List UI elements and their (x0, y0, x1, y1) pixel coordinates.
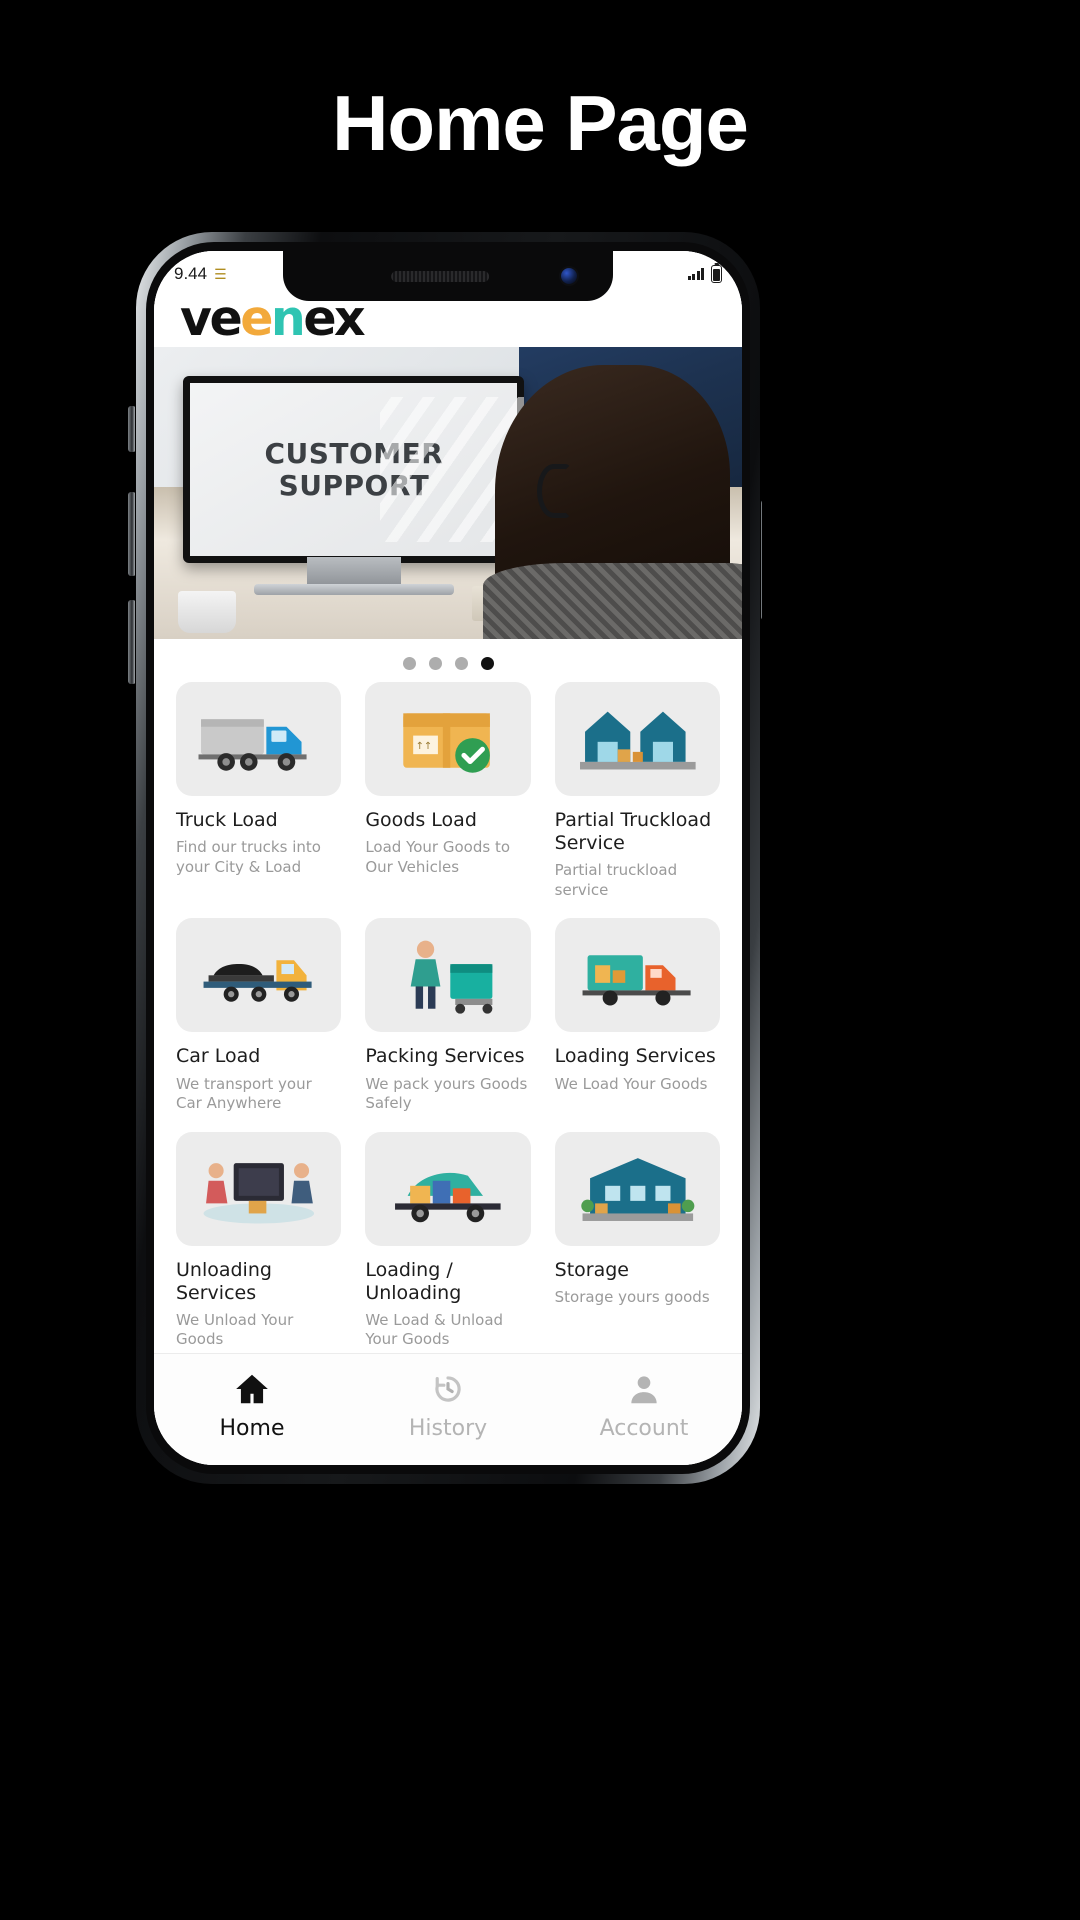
banner-coffee-cup (177, 591, 236, 634)
svg-text:↑↑: ↑↑ (416, 741, 433, 752)
service-title: Loading Services (554, 1045, 716, 1068)
status-bar-right (687, 265, 722, 283)
service-card-goods-load[interactable]: ↑↑ Goods Load Load Your Goods to Our Veh… (365, 682, 531, 900)
nav-item-home[interactable]: Home (155, 1370, 349, 1441)
phone-bezel: 9.44 ☰ veenex CUSTOMER SUPPORT Truck Loa… (146, 242, 750, 1474)
person-icon (631, 1376, 657, 1404)
bottom-navigation: Home History Account (154, 1353, 742, 1465)
nav-item-account[interactable]: Account (547, 1370, 741, 1441)
packing-worker-icon (365, 918, 531, 1033)
service-subtitle: Load Your Goods to Our Vehicles (365, 838, 511, 876)
battery-icon (711, 265, 722, 283)
services-grid: Truck Load Find our trucks into your Cit… (176, 682, 720, 1353)
service-subtitle: We transport your Car Anywhere (176, 1074, 312, 1113)
carousel-dot-3[interactable] (454, 657, 468, 670)
service-card-unloading-services[interactable]: Unloading Services We Unload Your Goods (176, 1131, 342, 1350)
service-title: Goods Load (365, 809, 477, 831)
poster-canvas: Home Page 9.44 ☰ veenex CUSTOMER SUPPORT… (0, 0, 1080, 1920)
service-card-packing-services[interactable]: Packing Services We pack yours Goods Saf… (365, 918, 531, 1113)
phone-notch (283, 251, 613, 301)
history-clock-icon (435, 1376, 461, 1402)
services-scroll-area[interactable]: Truck Load Find our trucks into your Cit… (154, 680, 742, 1353)
carousel-dot-4[interactable] (480, 657, 494, 670)
banner-monitor: CUSTOMER SUPPORT (183, 376, 525, 564)
service-card-loading-unloading[interactable]: Loading / Unloading We Load & Unload You… (365, 1131, 531, 1350)
load-unload-truck-icon (365, 1131, 531, 1246)
phone-mute-switch (128, 406, 136, 452)
service-subtitle: Partial truckload service (554, 861, 678, 899)
service-subtitle: We Unload Your Goods (176, 1310, 294, 1349)
headset-icon (537, 463, 572, 518)
warehouse-icon (554, 682, 720, 796)
service-subtitle: We Load & Unload Your Goods (365, 1310, 504, 1349)
wifi-icon: ☰ (214, 265, 227, 282)
nav-item-history[interactable]: History (351, 1370, 545, 1441)
phone-screen: 9.44 ☰ veenex CUSTOMER SUPPORT Truck Loa… (154, 251, 742, 1465)
logo-part-1: ve (180, 289, 243, 347)
storage-building-icon (554, 1131, 720, 1246)
banner-agent-shoulder (483, 563, 742, 639)
service-card-car-load[interactable]: Car Load We transport your Car Anywhere (176, 918, 342, 1113)
page-title: Home Page (332, 79, 749, 167)
phone-volume-down-button (128, 600, 136, 684)
service-card-loading-services[interactable]: Loading Services We Load Your Goods (554, 918, 720, 1113)
loading-truck-icon (554, 918, 720, 1033)
promo-banner[interactable]: CUSTOMER SUPPORT (154, 347, 742, 639)
service-title: Packing Services (365, 1045, 525, 1068)
nav-label-account: Account (599, 1416, 689, 1441)
status-time: 9.44 (174, 264, 208, 283)
service-card-storage[interactable]: Storage Storage yours goods (554, 1131, 720, 1350)
unloading-workers-icon (176, 1131, 342, 1246)
carousel-dot-2[interactable] (428, 657, 442, 670)
car-carrier-icon (176, 918, 342, 1033)
logo-part-2: e (240, 289, 273, 347)
phone-volume-up-button (128, 492, 136, 576)
box-check-icon: ↑↑ (365, 682, 531, 796)
home-icon (236, 1374, 268, 1404)
phone-mockup: 9.44 ☰ veenex CUSTOMER SUPPORT Truck Loa… (136, 232, 760, 1484)
service-subtitle: We Load Your Goods (554, 1074, 708, 1093)
nav-label-home: Home (219, 1416, 285, 1441)
nav-label-history: History (408, 1416, 488, 1441)
banner-monitor-stand (306, 557, 401, 587)
service-subtitle: We pack yours Goods Safely (365, 1074, 528, 1113)
service-title: Truck Load (176, 809, 278, 831)
carousel-dot-1[interactable] (402, 657, 416, 670)
service-card-truck-load[interactable]: Truck Load Find our trucks into your Cit… (176, 682, 342, 900)
banner-headline-line2: SUPPORT (278, 468, 430, 502)
service-title: Loading / Unloading (365, 1258, 462, 1304)
service-subtitle: Storage yours goods (554, 1287, 710, 1306)
earpiece-speaker-icon (391, 271, 490, 282)
front-camera-icon (561, 268, 577, 284)
service-title: Partial Truckload Service (554, 809, 712, 855)
banner-monitor-base (253, 583, 454, 596)
carousel-dots[interactable] (154, 639, 742, 680)
service-subtitle: Find our trucks into your City & Load (176, 838, 321, 876)
service-title: Unloading Services (176, 1258, 272, 1304)
service-title: Storage (554, 1258, 629, 1281)
service-card-partial-truckload[interactable]: Partial Truckload Service Partial truckl… (554, 682, 720, 900)
status-bar-left: 9.44 ☰ (174, 264, 227, 284)
banner-headline-line1: CUSTOMER (264, 437, 444, 471)
app-root: veenex CUSTOMER SUPPORT Truck Load Find … (154, 251, 742, 1465)
service-title: Car Load (176, 1045, 261, 1068)
signal-bars-icon (687, 268, 704, 280)
truck-icon (176, 682, 342, 796)
